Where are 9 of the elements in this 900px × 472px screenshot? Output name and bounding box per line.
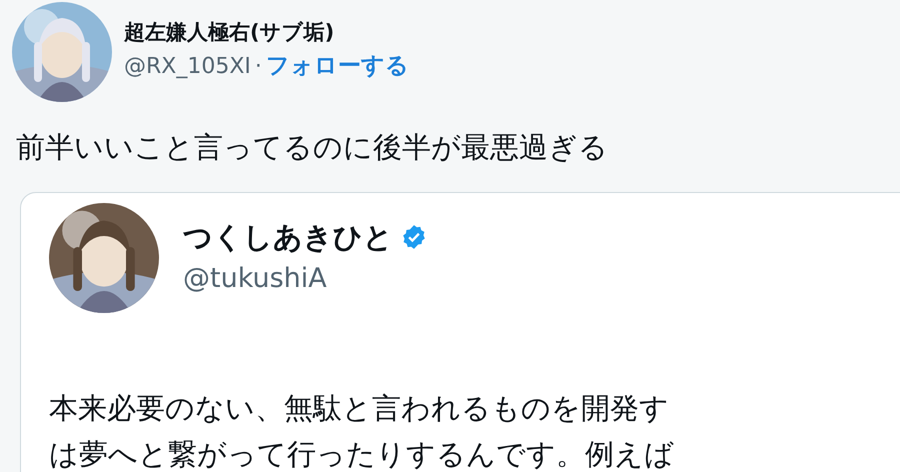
author-name: つくしあきひと — [183, 218, 393, 256]
follow-link[interactable]: フォローする — [266, 49, 409, 84]
quoted-tweet-text: は夢へと繋がって行ったりするんです。例えば — [49, 436, 675, 472]
author-name: 超左嫌人極右(サブ垢) — [124, 20, 336, 46]
quoted-tweet-text: 本来必要のない、無駄と言われるものを開発す — [49, 390, 670, 426]
author-handle: @RX_105XI — [124, 53, 251, 82]
tweet-text: 前半いいこと言ってるのに後半が最悪過ぎる — [16, 129, 609, 166]
author-handle: @tukushiA — [183, 262, 328, 296]
separator-dot: · — [254, 53, 262, 82]
